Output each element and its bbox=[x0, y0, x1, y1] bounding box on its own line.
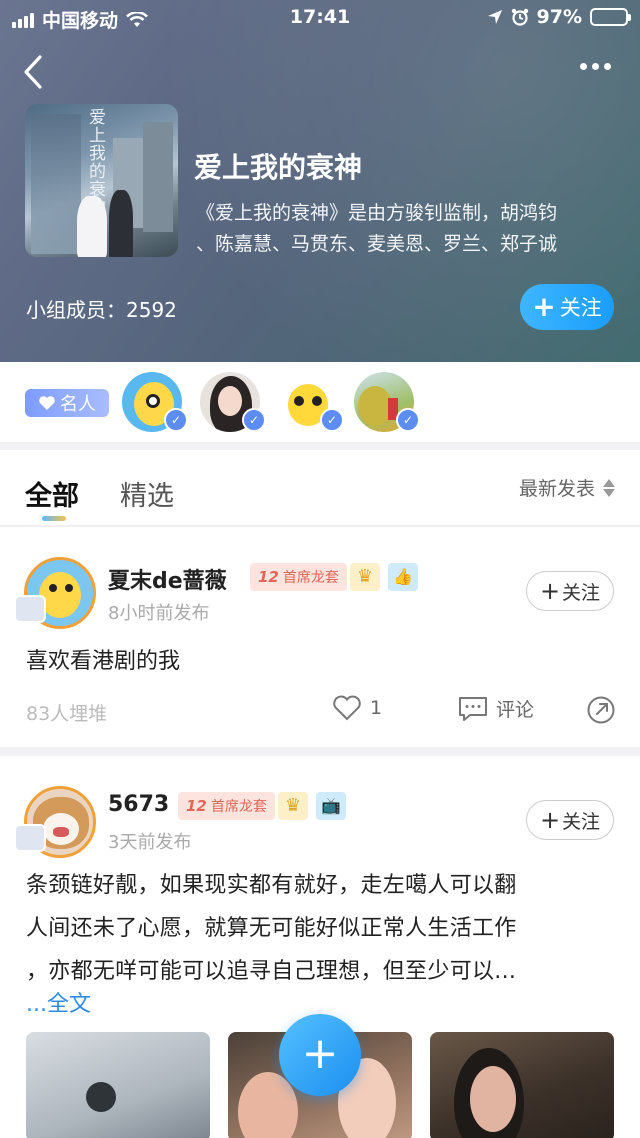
plus-icon: + bbox=[539, 577, 561, 605]
group-description: 《爱上我的衰神》是由方骏钊监制，胡鸿钧 、陈嘉慧、马贯东、麦美恩、罗兰、郑子诚 bbox=[196, 202, 558, 255]
verified-icon: ✓ bbox=[164, 408, 188, 432]
post-text[interactable]: 条颈链好靓，如果现实都有就好，走左噶人可以翻 人间还未了心愿，就算无可能好似正常… bbox=[26, 864, 616, 993]
share-button[interactable] bbox=[586, 695, 616, 725]
post-text[interactable]: 喜欢看港剧的我 bbox=[26, 645, 180, 678]
group-title: 爱上我的衰神 bbox=[194, 151, 363, 184]
follow-user-button[interactable]: + 关注 bbox=[526, 571, 614, 611]
heart-outline-icon bbox=[333, 695, 361, 721]
post-time: 3天前发布 bbox=[108, 832, 192, 853]
author-name[interactable]: 夏末de蔷薇 bbox=[108, 563, 227, 595]
group-header: 中国移动 17:41 97% 爱上我的衰神 爱上我的衰神 《爱上我的衰神》是由方… bbox=[0, 0, 640, 362]
user-tag-icon bbox=[14, 824, 46, 852]
post-image[interactable] bbox=[430, 1032, 614, 1138]
post-image[interactable] bbox=[26, 1032, 210, 1138]
plus-icon: + bbox=[532, 290, 556, 323]
tv-badge-icon: 📺 bbox=[316, 792, 346, 820]
more-options-button[interactable] bbox=[580, 56, 616, 76]
comment-button[interactable]: 评论 bbox=[458, 695, 534, 722]
user-tag-icon bbox=[14, 595, 46, 623]
battery-icon bbox=[590, 8, 631, 26]
battery-percent: 97% bbox=[536, 6, 582, 28]
tab-all[interactable]: 全部 bbox=[25, 474, 79, 513]
verified-icon: ✓ bbox=[396, 408, 420, 432]
share-icon bbox=[587, 696, 615, 724]
back-button[interactable] bbox=[18, 52, 50, 92]
celebrity-strip: 名人 ✓ ✓ ✓ ✓ bbox=[0, 362, 640, 442]
tab-featured[interactable]: 精选 bbox=[120, 474, 174, 513]
level-badge: 12 首席龙套 bbox=[178, 792, 275, 820]
sort-dropdown[interactable]: 最新发表 bbox=[519, 474, 615, 501]
post-stat: 83人埋堆 bbox=[26, 703, 108, 725]
member-count: 小组成员：2592 bbox=[26, 298, 177, 322]
verified-icon: ✓ bbox=[242, 408, 266, 432]
location-icon bbox=[487, 10, 502, 24]
follow-group-button[interactable]: + 关注 bbox=[520, 284, 614, 330]
author-name[interactable]: 5673 bbox=[108, 792, 169, 817]
comment-icon bbox=[459, 696, 487, 721]
sort-icon bbox=[603, 478, 615, 497]
alarm-icon bbox=[511, 8, 528, 26]
celebrity-badge: 名人 bbox=[25, 389, 109, 417]
heart-icon bbox=[39, 396, 55, 410]
chevron-left-icon bbox=[24, 55, 42, 89]
read-more-link[interactable]: ...全文 bbox=[26, 986, 91, 1018]
level-badge: 12 首席龙套 bbox=[250, 563, 347, 591]
follow-user-button[interactable]: + 关注 bbox=[526, 800, 614, 840]
group-poster: 爱上我的衰神 bbox=[25, 104, 178, 257]
post-time: 8小时前发布 bbox=[108, 603, 210, 624]
thumb-badge-icon: 👍 bbox=[388, 563, 418, 591]
plus-icon: + bbox=[539, 806, 561, 834]
like-button[interactable]: 1 bbox=[332, 695, 382, 721]
tab-indicator bbox=[42, 516, 66, 521]
post-card[interactable]: 夏末de蔷薇 12 首席龙套 ♛ 👍 8小时前发布 + 关注 喜欢看港剧的我 83… bbox=[0, 527, 640, 747]
verified-icon: ✓ bbox=[320, 408, 344, 432]
crown-icon: ♛ bbox=[278, 792, 308, 820]
feed-tabs: 全部 精选 最新发表 bbox=[0, 450, 640, 526]
status-bar: 中国移动 17:41 97% bbox=[0, 0, 640, 36]
crown-icon: ♛ bbox=[350, 563, 380, 591]
create-post-button[interactable]: + bbox=[279, 1014, 361, 1096]
